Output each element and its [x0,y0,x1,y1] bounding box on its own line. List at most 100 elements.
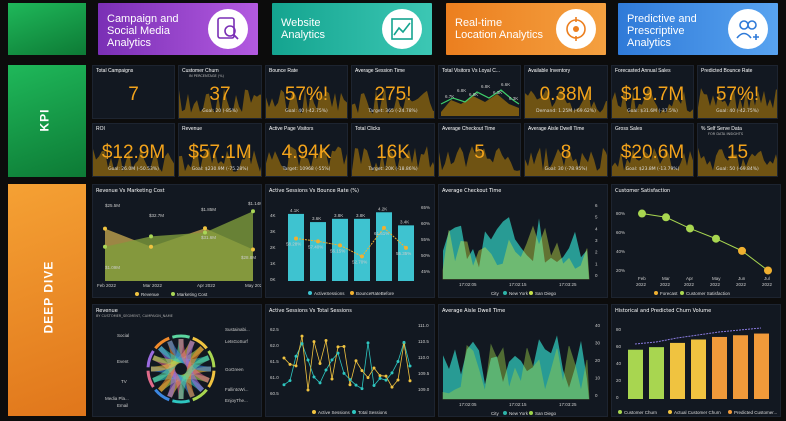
y2-tick-label: 65% [421,205,430,210]
header-tile-campaign-line1: Campaign and [107,13,179,25]
total-point [390,371,394,375]
bounce-label: 58.28% [286,242,301,247]
data-label: $32.7M [149,213,164,218]
active-point [288,362,292,366]
bar [310,222,326,281]
x-tick-label: May [712,276,721,281]
kpi-goal: Goal: 50 (-69.84%) [716,167,759,172]
bounce-point [338,243,342,248]
kpi-section-label: KPI [37,108,52,132]
data-label: $28.8M [241,255,256,260]
deep-dive-section-label: DEEP DIVE [41,260,56,334]
panel-checkout-time[interactable]: Average Checkout Time 6 5 4 3 2 1 0 17:02:05 17:… [438,184,608,298]
y-tick-label: 20 [595,358,601,363]
kpi-sublabel: IN PERCENTAGE (%) [189,74,224,78]
header-tile-website[interactable]: Website Analytics [272,3,432,55]
header-tile-location-line2: Location Analytics [455,29,544,41]
chord-right-label: GoGreen [225,367,244,372]
panel-sessions-vs-total[interactable]: Active Sessions Vs Total Sessions 62.5 62… [265,304,435,417]
kpi-goal: Target: 10968 (-55%) [282,167,331,172]
kpi-card[interactable]: Customer Churn IN PERCENTAGE (%) 37 Goal: 2… [178,65,262,119]
kpi-label: Total Visitors Vs Loyal C... [442,68,500,74]
y2-tick-label: 110.0 [418,355,429,360]
bounce-label: 52.70% [352,259,367,264]
kpi-card[interactable]: Total Visitors Vs Loyal C... 6.7K 6.8K 6.8K… [438,65,521,119]
y-tick-label: 10 [595,376,601,381]
header-tile-predictive[interactable]: Predictive and Prescriptive Analytics [618,3,778,55]
panel-revenue-vs-marketing[interactable]: Revenue Vs Marketing Cost Feb 2022 Mar 20… [92,184,262,298]
header-tile-campaign-line3: Analytics [107,37,152,49]
kpi-card[interactable]: Average Checkout Time 5 [438,123,521,177]
legend-swatch [308,291,312,295]
kpi-label: Forecasted Annual Sales [615,68,671,74]
legend-swatch [171,292,175,296]
kpi-value: 15 [726,142,749,163]
legend-title: City [491,411,499,416]
x-tick-label: 17:03:25 [559,282,577,287]
active-point [300,334,304,338]
bounce-label: 56.15% [330,248,345,253]
total-point [324,368,328,372]
bar-label: 3.6K [312,216,321,221]
total-point [360,387,364,391]
legend-swatch [680,291,684,295]
legend-swatch [312,410,316,414]
y-tick-label: 0K [270,277,276,282]
y-tick-label: 20% [616,268,625,273]
kpi-card[interactable]: ROI $12.9M Goal: 26.0M (-50.53%) [92,123,175,177]
y-tick-label: 3K [270,229,276,234]
kpi-card[interactable]: Average Aisle Dwell Time 8 Goal: 30 (-78.9… [524,123,608,177]
x-tick-label: May 2022 [245,283,262,288]
kpi-card[interactable]: Forecasted Annual Sales $19.7M Goal: $31.6… [611,65,694,119]
kpi-value: 8 [560,142,572,163]
satisfaction-line [641,213,769,271]
deep-dive-section-tile: DEEP DIVE [8,184,86,416]
panel-churn-volume[interactable]: Historical and Predicted Churn Volume 80… [611,304,781,417]
panel-customer-satisfaction[interactable]: Customer Satisfaction 80% 60% 40% 20% Feb 202… [611,184,781,298]
y-tick-label: 60% [616,230,625,235]
kpi-card[interactable]: Predicted Bounce Rate 57%! Goal: 40 (-42.7… [697,65,778,119]
y-tick-label: 2K [270,245,276,250]
marketing-point [251,209,255,214]
x-tick-label: 17:02:15 [509,402,527,407]
kpi-card[interactable]: Revenue $57.1M Goal: $230.9M (-75.28%) [178,123,262,177]
kpi-goal: Goal: 40 (-42.75%) [716,109,759,114]
header-tile-location[interactable]: Real-time Location Analytics [446,3,606,55]
kpi-card[interactable]: Total Clicks 16K Target: 20K (-18.86%) [351,123,435,177]
bounce-label: 57.40% [308,244,323,249]
legend-swatch [529,291,533,295]
panel-sessions-vs-bounce[interactable]: Active Sessions Vs Bounce Rate (%) 4K 3K 2… [265,184,435,298]
legend-swatch [529,411,533,415]
kpi-card[interactable]: Active Page Visitors 4.94K Target: 10968 (… [265,123,348,177]
header-tile-campaign[interactable]: Campaign and Social Media Analytics [98,3,258,55]
kpi-card[interactable]: Average Session Time 275! Target: 365 (-24… [351,65,435,119]
y-tick-label: 5 [595,215,598,220]
satisfaction-point [662,213,670,222]
bounce-point [294,236,298,241]
kpi-card[interactable]: Gross Sales $20.6M Goal: $23.8M (-13.79%) [611,123,694,177]
kpi-card[interactable]: % Self Serve Data FOR DATA INSIGHTS 15 Goal… [697,123,778,177]
kpi-card[interactable]: Bounce Rate 57%! Goal: 40 (-42.75%) [265,65,348,119]
total-point [312,375,316,379]
chord-arc [171,334,191,339]
x-tick-label: Apr 2022 [197,283,216,288]
panel-aisle-dwell[interactable]: Average Aisle Dwell Time 40 30 20 10 0 17:02:… [438,304,608,417]
legend-label: Customer Satisfaction [686,291,731,296]
total-point [330,358,334,362]
total-point [396,359,400,363]
panel-revenue-chord[interactable]: Revenue BY CUSTOMER_SEGMENT, CAMPAIGN_NA… [92,304,262,417]
kpi-card[interactable]: Total Campaigns 7 [92,65,175,119]
legend-swatch [618,410,622,414]
chord-left-label: Event [117,359,129,364]
kpi-label: Bounce Rate [269,68,298,74]
bounce-label: 55.35% [396,251,411,256]
y2-tick-label: 45% [421,269,430,274]
x-tick-label: 17:02:15 [509,282,527,287]
legend-label: Actual Customer Churn [674,410,721,415]
chord-left-label: Media Pla... [105,396,129,401]
kpi-card[interactable]: Available Inventory 0.38M Demand: 1.25M (-… [524,65,608,119]
total-point [294,354,298,358]
legend-swatch [728,410,732,414]
active-point [354,359,358,363]
churn-bar [628,349,643,399]
